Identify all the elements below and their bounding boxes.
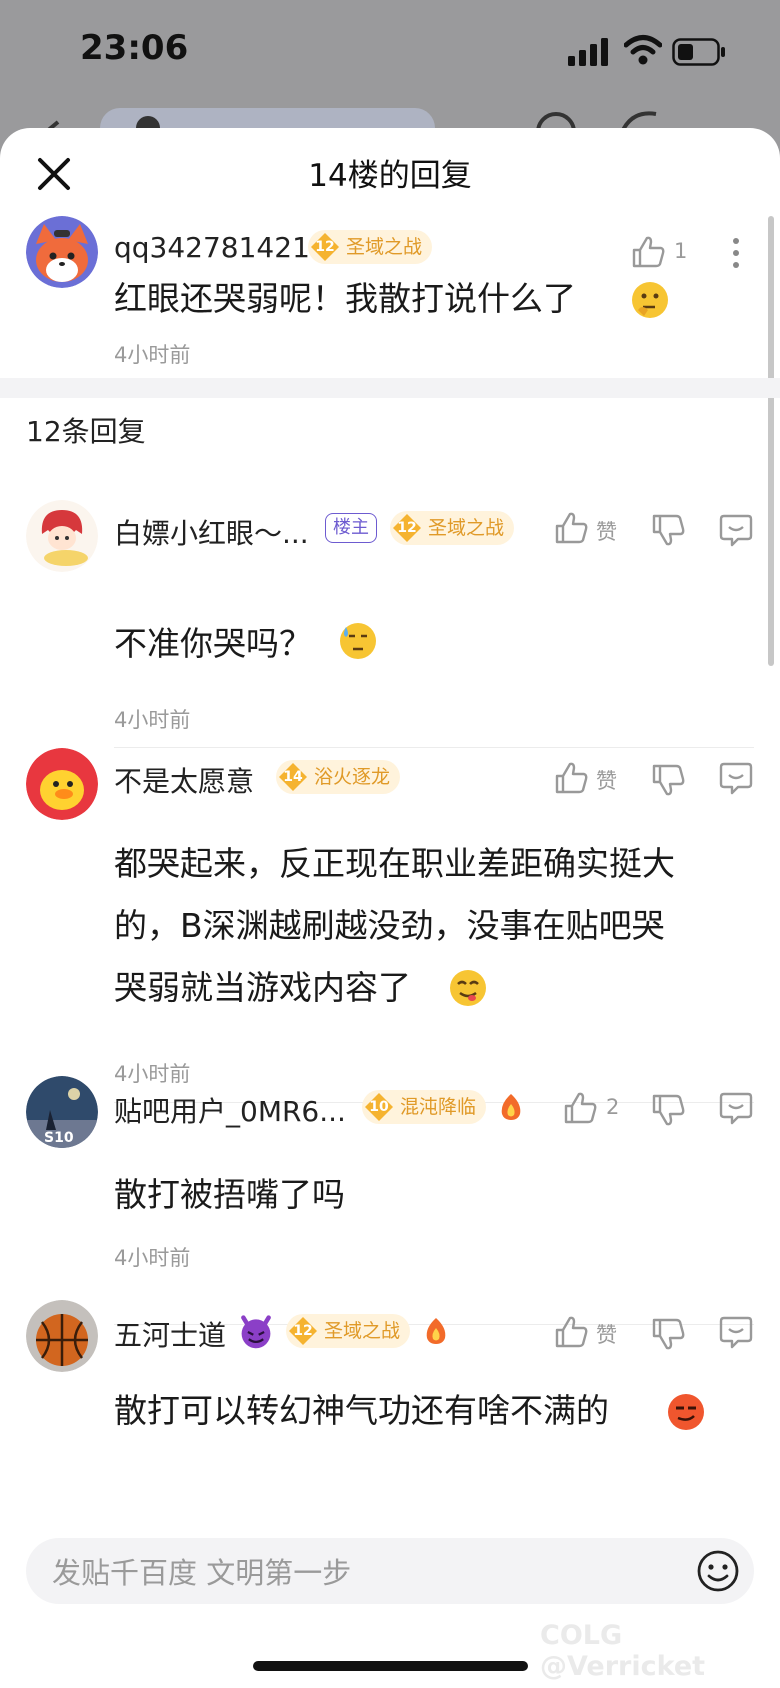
- like-label[interactable]: 赞: [596, 516, 617, 546]
- op-tag: 楼主: [325, 513, 377, 543]
- level-name: 混沌降临: [400, 1096, 477, 1118]
- reply-content-line-3: 哭弱就当游戏内容了: [114, 968, 411, 1007]
- reply-time: 4小时前: [114, 1246, 191, 1270]
- thumb-up-icon[interactable]: [553, 1314, 589, 1350]
- sheet-header: 14楼的回复: [0, 128, 780, 218]
- thumb-up-icon[interactable]: [630, 234, 666, 270]
- signal-icon: [568, 38, 608, 66]
- emoji-picker-icon[interactable]: [696, 1549, 740, 1593]
- watermark: COLG @Verricket: [540, 1620, 706, 1682]
- comment-icon[interactable]: [718, 1090, 754, 1126]
- thumb-up-icon[interactable]: [553, 760, 589, 796]
- reply-input[interactable]: 发贴千百度 文明第一步: [26, 1538, 754, 1604]
- fire-badge-icon: [501, 1094, 521, 1120]
- status-bar: 23:06: [0, 0, 780, 110]
- level-icon: 12: [392, 513, 422, 543]
- reply-content-line-1: 都哭起来，反正现在职业差距确实挺大: [114, 844, 675, 883]
- comment-icon[interactable]: [718, 1314, 754, 1350]
- level-name: 圣域之战: [428, 517, 505, 539]
- comment-icon[interactable]: [718, 760, 754, 796]
- more-icon[interactable]: [730, 236, 742, 270]
- thumb-up-icon[interactable]: [562, 1090, 598, 1126]
- reply-input-placeholder: 发贴千百度 文明第一步: [52, 1556, 352, 1590]
- level-icon: 10: [364, 1092, 394, 1122]
- level-badge: 12 圣域之战: [390, 511, 515, 545]
- username[interactable]: qq342781421: [114, 231, 310, 264]
- fire-badge-icon: [426, 1318, 446, 1344]
- divider: [114, 747, 754, 748]
- thumb-down-icon[interactable]: [650, 1316, 686, 1352]
- level-name: 浴火逐龙: [314, 766, 391, 788]
- devil-emoji-icon: [241, 1315, 271, 1349]
- sweat-emoji-icon: [340, 623, 376, 659]
- post-time: 4小时前: [114, 343, 191, 367]
- thumb-up-icon[interactable]: [553, 510, 589, 546]
- reply-time: 4小时前: [114, 1062, 191, 1086]
- thumb-down-icon[interactable]: [650, 762, 686, 798]
- like-label[interactable]: 赞: [596, 1319, 617, 1349]
- username[interactable]: 白嫖小红眼～...: [114, 512, 309, 552]
- post-content: 红眼还哭弱呢！我散打说什么了: [114, 279, 576, 318]
- reply-content: 散打被捂嘴了吗: [114, 1175, 345, 1214]
- avatar[interactable]: [26, 500, 98, 572]
- level-badge: 12 圣域之战: [286, 1314, 411, 1348]
- level-badge: 12 圣域之战: [308, 230, 433, 264]
- level-icon: 12: [288, 1316, 318, 1346]
- reply-content: 不准你哭吗？: [114, 624, 312, 663]
- avatar[interactable]: S10: [26, 1076, 98, 1148]
- like-count: 2: [606, 1095, 620, 1119]
- thinking-emoji-icon: [632, 282, 668, 318]
- yum-emoji-icon: [450, 970, 486, 1006]
- avatar[interactable]: [26, 216, 98, 288]
- level-icon: 14: [278, 762, 308, 792]
- thumb-down-icon[interactable]: [650, 1092, 686, 1128]
- reply-content-line-2: 的，B深渊越刷越没劲，没事在贴吧哭: [114, 906, 665, 945]
- like-label[interactable]: 赞: [596, 765, 617, 795]
- sheet-title: 14楼的回复: [308, 158, 472, 194]
- battery-icon: [672, 38, 725, 66]
- reply-time: 4小时前: [114, 708, 191, 732]
- username[interactable]: 贴吧用户_0MR6...: [114, 1090, 346, 1130]
- level-name: 圣域之战: [346, 236, 423, 258]
- home-indicator[interactable]: [253, 1661, 528, 1671]
- wifi-icon: [624, 35, 662, 65]
- like-count: 1: [674, 239, 688, 263]
- avatar[interactable]: [26, 748, 98, 820]
- clock: 23:06: [80, 28, 189, 68]
- section-divider: [0, 378, 780, 398]
- reply-content: 散打可以转幻神气功还有啥不满的: [114, 1391, 609, 1430]
- smirk-emoji-icon: [668, 1394, 704, 1430]
- comment-icon[interactable]: [718, 512, 754, 548]
- thumb-down-icon[interactable]: [650, 512, 686, 548]
- level-badge: 10 混沌降临: [362, 1090, 487, 1124]
- level-icon: 12: [310, 232, 340, 262]
- level-badge: 14 浴火逐龙: [276, 760, 401, 794]
- username[interactable]: 五河士道: [114, 1314, 226, 1354]
- avatar[interactable]: [26, 1300, 98, 1372]
- reply-count: 12条回复: [26, 415, 146, 448]
- scrollbar[interactable]: [768, 216, 774, 666]
- level-name: 圣域之战: [324, 1320, 401, 1342]
- username[interactable]: 不是太愿意: [114, 760, 254, 800]
- reply-sheet: 14楼的回复 qq342781421 12 圣域之战 1 红眼还哭弱呢！我散打说…: [0, 128, 780, 1688]
- avatar-frame-label: S10: [44, 1130, 74, 1146]
